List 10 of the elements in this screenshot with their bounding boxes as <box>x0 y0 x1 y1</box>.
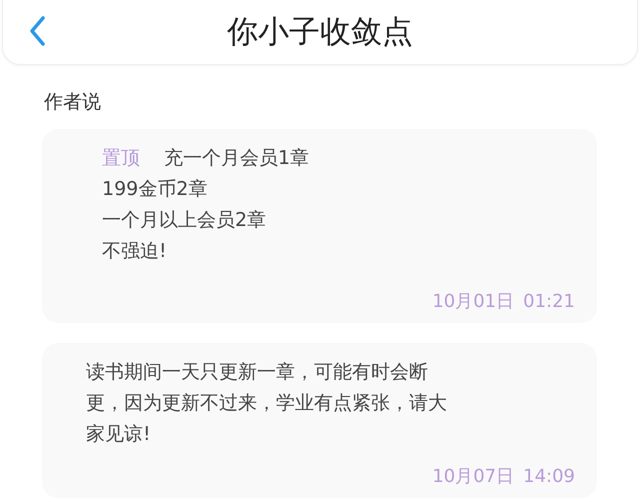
post-text: 不强迫! <box>102 239 168 264</box>
post-timestamp: 10月01日 01:21 <box>432 291 575 312</box>
page-title: 你小子收敛点 <box>227 13 413 52</box>
post-text: 199金币2章 <box>102 177 208 202</box>
section-title: 作者说 <box>44 91 101 113</box>
post-text: 充一个月会员1章 <box>164 146 310 171</box>
post-timestamp: 10月07日 14:09 <box>432 466 575 487</box>
post-text: 读书期间一天只更新一章，可能有时会断 更，因为更新不过来，学业有点紧张，请大 家见谅! <box>86 360 448 447</box>
pinned-tag: 置顶 <box>102 145 140 171</box>
post-text: 一个月以上会员2章 <box>102 208 268 233</box>
